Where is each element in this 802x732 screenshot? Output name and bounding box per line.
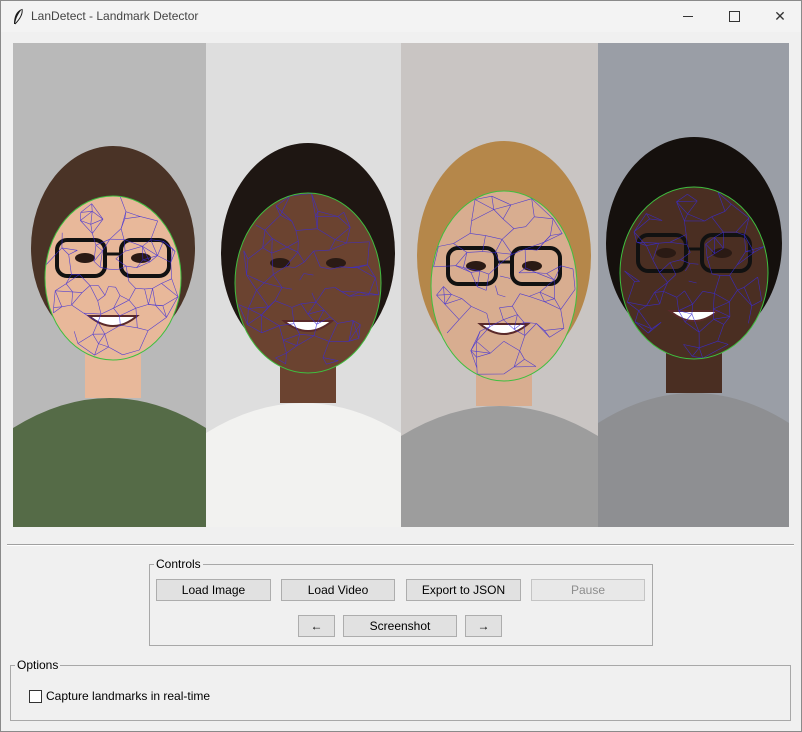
load-video-button[interactable]: Load Video [281, 579, 395, 601]
right-eye [326, 258, 346, 268]
minimize-button[interactable] [665, 1, 711, 32]
realtime-checkbox[interactable] [29, 690, 42, 703]
screenshot-button[interactable]: Screenshot [343, 615, 457, 637]
realtime-checkbox-label[interactable]: Capture landmarks in real-time [46, 689, 210, 703]
close-button[interactable]: ✕ [757, 1, 802, 32]
face-panel-4 [598, 43, 789, 527]
pause-button[interactable]: Pause [531, 579, 645, 601]
face-panel-1 [13, 43, 206, 527]
maximize-icon [728, 11, 740, 22]
left-eye [466, 261, 486, 271]
face [235, 193, 381, 373]
left-eye [75, 253, 95, 263]
face [620, 187, 768, 359]
load-image-button[interactable]: Load Image [156, 579, 271, 601]
feather-icon [14, 8, 23, 25]
right-eye [522, 261, 542, 271]
left-eye [656, 248, 676, 258]
controls-group-label: Controls [154, 557, 203, 571]
shirt [13, 398, 206, 527]
face-panel-3 [401, 43, 598, 527]
face-panel-2 [206, 43, 401, 527]
export-json-button[interactable]: Export to JSON [406, 579, 521, 601]
previous-button[interactable]: ← [298, 615, 335, 637]
maximize-button[interactable] [711, 1, 757, 32]
window-title: LanDetect - Landmark Detector [31, 9, 199, 23]
shirt [598, 393, 789, 527]
face [45, 196, 181, 360]
image-canvas [13, 43, 789, 527]
shirt [401, 406, 598, 527]
next-button[interactable]: → [465, 615, 502, 637]
minimize-icon [683, 16, 693, 17]
options-group-label: Options [15, 658, 61, 672]
close-icon: ✕ [774, 8, 786, 24]
shirt [206, 403, 401, 527]
title-bar[interactable]: LanDetect - Landmark Detector ✕ [1, 1, 801, 32]
